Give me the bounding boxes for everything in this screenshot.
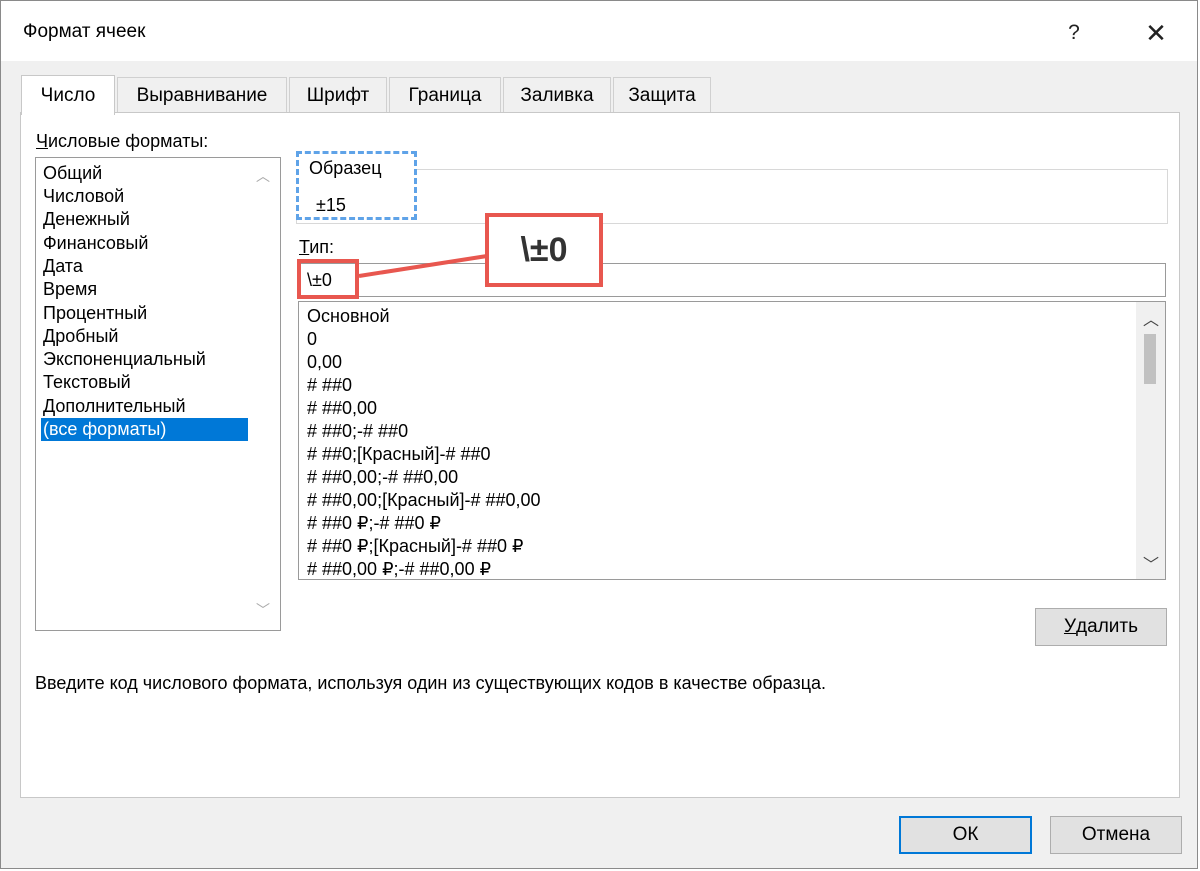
sample-group bbox=[296, 169, 1168, 224]
category-item[interactable]: Денежный bbox=[41, 208, 130, 231]
tab-number[interactable]: Число bbox=[21, 75, 115, 115]
tab-alignment[interactable]: Выравнивание bbox=[117, 77, 287, 113]
list-item[interactable]: # ##0,00 ₽;-# ##0,00 ₽ bbox=[307, 558, 491, 579]
category-item[interactable]: Дополнительный bbox=[41, 395, 186, 418]
tab-protection[interactable]: Защита bbox=[613, 77, 711, 113]
list-item[interactable]: # ##0;-# ##0 bbox=[307, 420, 408, 443]
category-item[interactable]: Экспоненциальный bbox=[41, 348, 206, 371]
tab-border[interactable]: Граница bbox=[389, 77, 501, 113]
callout-zoom: \±0 bbox=[485, 213, 603, 287]
format-cells-dialog: Формат ячеек ? ✕ Число Выравнивание Шриф… bbox=[0, 0, 1198, 869]
category-item[interactable]: Общий bbox=[41, 162, 102, 185]
list-item[interactable]: 0 bbox=[307, 328, 317, 351]
vertical-scrollbar[interactable]: ︿ ﹀ bbox=[1136, 302, 1165, 579]
sample-label: Образец bbox=[309, 158, 382, 178]
sample-value: ±15 bbox=[316, 195, 346, 215]
cancel-button[interactable]: Отмена bbox=[1050, 816, 1182, 854]
title-bar: Формат ячеек ? ✕ bbox=[1, 1, 1197, 61]
chevron-up-icon[interactable]: ︿ bbox=[1143, 306, 1159, 330]
hint-text: Введите код числового формата, используя… bbox=[35, 673, 827, 693]
dialog-title: Формат ячеек bbox=[23, 21, 146, 42]
type-input[interactable] bbox=[298, 263, 1166, 297]
list-item[interactable]: # ##0 bbox=[307, 374, 352, 397]
format-code-list[interactable]: Основной 0 0,00 # ##0 # ##0,00 # ##0;-# … bbox=[298, 301, 1166, 580]
number-tab-panel: Числовые форматы: Общий Числовой Денежны… bbox=[20, 112, 1180, 798]
category-item-selected[interactable]: (все форматы) bbox=[41, 418, 248, 441]
category-list[interactable]: Общий Числовой Денежный Финансовый Дата … bbox=[35, 157, 281, 631]
category-item[interactable]: Текстовый bbox=[41, 371, 131, 394]
ok-button[interactable]: ОК bbox=[899, 816, 1032, 854]
list-item[interactable]: # ##0,00;-# ##0,00 bbox=[307, 466, 458, 489]
scroll-thumb[interactable] bbox=[1144, 334, 1156, 384]
category-item[interactable]: Время bbox=[41, 278, 97, 301]
category-item[interactable]: Дата bbox=[41, 255, 83, 278]
list-item[interactable]: # ##0,00 bbox=[307, 397, 377, 420]
chevron-down-icon[interactable]: ﹀ bbox=[256, 600, 270, 620]
list-item[interactable]: # ##0 ₽;[Красный]-# ##0 ₽ bbox=[307, 535, 523, 558]
category-item[interactable]: Дробный bbox=[41, 325, 118, 348]
tab-fill[interactable]: Заливка bbox=[503, 77, 611, 113]
chevron-up-icon[interactable]: ︿ bbox=[256, 166, 270, 186]
close-button[interactable]: ✕ bbox=[1133, 13, 1179, 53]
category-item[interactable]: Числовой bbox=[41, 185, 124, 208]
type-label: Тип: bbox=[299, 237, 335, 257]
delete-button[interactable]: Удалить bbox=[1035, 608, 1167, 646]
category-item[interactable]: Процентный bbox=[41, 302, 147, 325]
list-item[interactable]: 0,00 bbox=[307, 351, 342, 374]
category-label: Числовые форматы: bbox=[36, 131, 209, 151]
help-button[interactable]: ? bbox=[1051, 13, 1097, 53]
tab-font[interactable]: Шрифт bbox=[289, 77, 387, 113]
chevron-down-icon[interactable]: ﹀ bbox=[1143, 551, 1159, 575]
category-item[interactable]: Финансовый bbox=[41, 232, 148, 255]
list-item[interactable]: # ##0 ₽;-# ##0 ₽ bbox=[307, 512, 441, 535]
list-item[interactable]: # ##0,00;[Красный]-# ##0,00 bbox=[307, 489, 541, 512]
list-item[interactable]: # ##0;[Красный]-# ##0 bbox=[307, 443, 491, 466]
list-item[interactable]: Основной bbox=[307, 305, 390, 328]
